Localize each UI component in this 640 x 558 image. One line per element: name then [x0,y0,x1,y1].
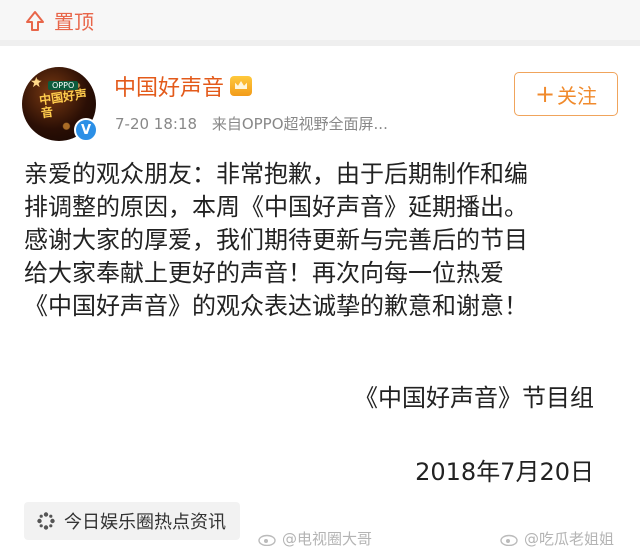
pin-icon [26,10,44,31]
pinned-indicator: 置顶 [24,6,94,35]
weibo-icon [500,534,518,546]
follow-label: 关注 [557,83,598,108]
topic-tag-label[interactable]: 今日娱乐圈热点资讯 [64,508,226,534]
topic-tag[interactable]: 今日娱乐圈热点资讯 [24,502,240,540]
star-icon: ★ [30,75,43,91]
topic-icon [37,512,55,530]
weibo-icon [258,534,276,546]
post-source[interactable]: 来自OPPO超视野全面屏... [212,115,388,133]
post-signature: 《中国好声音》节目组 [354,384,594,412]
post-body-line: 亲爱的观众朋友：非常抱歉，由于后期制作和编 [24,160,528,188]
author-name-text[interactable]: 中国好声音 [114,70,224,102]
post-meta: 7-20 18:18 来自OPPO超视野全面屏... [115,113,388,134]
author-name[interactable]: 中国好声音 [114,70,253,102]
post-time: 7-20 18:18 [115,115,198,133]
top-bar: 置顶 [0,0,640,40]
verified-icon: V [74,118,98,142]
post-body-line: 感谢大家的厚爱，我们期待更新与完善后的节目 [24,226,528,254]
watermark: @电视圈大哥 [258,528,372,549]
watermark-text: @吃瓜老姐姐 [524,530,615,548]
post-body-line: 排调整的原因，本周《中国好声音》延期播出。 [24,193,528,221]
post-body: 亲爱的观众朋友：非常抱歉，由于后期制作和编 排调整的原因，本周《中国好声音》延期… [24,158,624,323]
pin-label: 置顶 [54,10,94,34]
post-date: 2018年7月20日 [415,458,594,486]
watermark-text: @电视圈大哥 [282,530,373,548]
post-body-line: 给大家奉献上更好的声音！再次向每一位热爱 [24,259,504,287]
follow-button[interactable]: + 关注 [514,72,618,116]
watermark: @吃瓜老姐姐 [500,528,614,549]
plus-icon: + [534,80,556,108]
post-body-line: 《中国好声音》的观众表达诚挚的歉意和谢意！ [24,292,528,320]
section-divider [0,40,640,46]
vip-crown-icon [230,76,253,96]
